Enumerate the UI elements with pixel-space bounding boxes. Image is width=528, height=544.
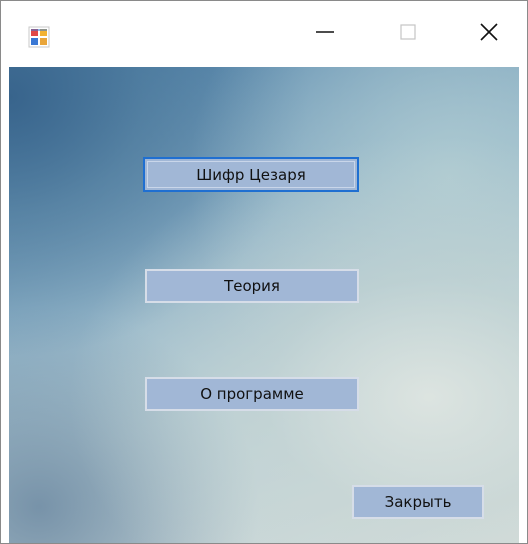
maximize-icon (398, 22, 418, 46)
theory-button-label: Теория (224, 277, 280, 295)
caesar-cipher-button[interactable]: Шифр Цезаря (143, 157, 359, 192)
form-client-area: Шифр Цезаря Теория О программе Закрыть (9, 67, 519, 543)
main-window: Шифр Цезаря Теория О программе Закрыть (0, 0, 528, 544)
about-program-button-label: О программе (200, 385, 304, 403)
minimize-button[interactable] (295, 1, 355, 67)
close-window-button[interactable] (459, 1, 519, 67)
close-icon (479, 22, 499, 46)
close-button-label: Закрыть (384, 493, 452, 511)
title-bar[interactable] (1, 1, 527, 67)
minimize-icon (315, 22, 335, 46)
caesar-cipher-button-label: Шифр Цезаря (196, 165, 306, 184)
theory-button[interactable]: Теория (145, 269, 359, 303)
app-window-icon (28, 26, 50, 48)
close-button[interactable]: Закрыть (352, 485, 484, 519)
about-program-button[interactable]: О программе (145, 377, 359, 411)
maximize-button[interactable] (378, 1, 438, 67)
